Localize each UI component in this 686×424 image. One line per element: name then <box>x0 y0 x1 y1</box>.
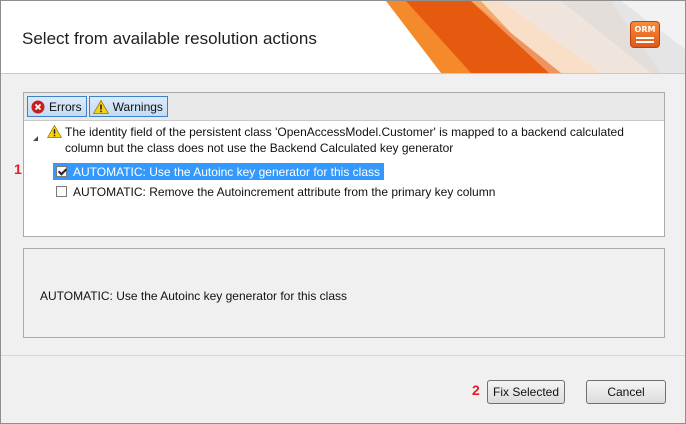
issue-description[interactable]: The identity field of the persistent cla… <box>65 124 655 156</box>
action-item[interactable]: AUTOMATIC: Use the Autoinc key generator… <box>53 163 385 180</box>
action-item[interactable]: AUTOMATIC: Remove the Autoincrement attr… <box>53 183 495 200</box>
warnings-label: Warnings <box>112 99 163 114</box>
footer-divider <box>1 355 685 356</box>
warning-icon <box>92 99 109 114</box>
step-annotation: 1 <box>14 161 22 177</box>
action-label: AUTOMATIC: Use the Autoinc key generator… <box>73 164 381 179</box>
warnings-filter-button[interactable]: Warnings <box>88 96 168 117</box>
filter-toolbar: Errors Warnings <box>24 93 664 121</box>
issues-panel: Errors Warnings The identity field of th… <box>23 92 665 237</box>
issue-tree: The identity field of the persistent cla… <box>24 121 664 155</box>
resolution-dialog: Select from available resolution actions… <box>0 0 686 424</box>
errors-label: Errors <box>49 99 82 114</box>
warning-icon <box>46 124 63 141</box>
action-description-panel: AUTOMATIC: Use the Autoinc key generator… <box>23 248 665 338</box>
action-checkbox[interactable] <box>56 186 67 197</box>
fix-selected-button[interactable]: Fix Selected <box>487 380 565 404</box>
error-icon <box>31 100 45 114</box>
logo-text: ORM <box>634 25 656 34</box>
cancel-button[interactable]: Cancel <box>586 380 666 404</box>
action-label: AUTOMATIC: Remove the Autoincrement attr… <box>73 184 496 199</box>
collapse-arrow-icon[interactable] <box>33 136 38 141</box>
dialog-title: Select from available resolution actions <box>22 29 317 48</box>
dialog-header: Select from available resolution actions… <box>1 1 685 74</box>
errors-filter-button[interactable]: Errors <box>27 96 87 117</box>
orm-logo-icon: ORM <box>630 21 660 48</box>
step-annotation: 2 <box>472 382 480 398</box>
action-checkbox[interactable] <box>56 166 67 177</box>
action-description-text: AUTOMATIC: Use the Autoinc key generator… <box>40 289 348 303</box>
